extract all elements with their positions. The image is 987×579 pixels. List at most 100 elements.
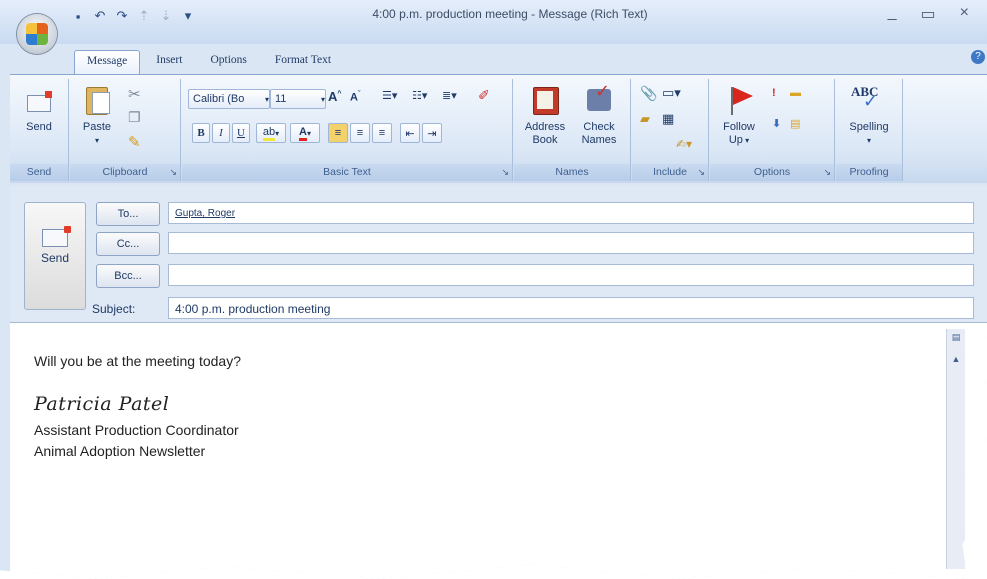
group-label-send: Send (10, 164, 68, 181)
group-include: 📎 ▭▾ ▰ ▦ ✍▾ Include ↘ (632, 79, 709, 181)
align-center-icon[interactable]: ≡ (350, 123, 370, 143)
follow-up-button[interactable]: Follow Up ▾ (716, 85, 762, 147)
quick-access-toolbar: ▪ ↶ ↷ ⇡ ⇣ ▾ (70, 8, 196, 24)
paste-icon (83, 85, 111, 115)
maximize-button[interactable]: ▭ (921, 4, 936, 24)
grow-font-icon[interactable]: A^ (328, 89, 341, 104)
group-options: Follow Up ▾ ! ▬ ⬇ ▤ Options ↘ (710, 79, 835, 181)
copy-icon[interactable]: ❐ (128, 109, 141, 126)
ribbon: Send Send Paste ▾ ✂ ❐ ✎ Clipboard ↘ Calib… (10, 74, 987, 183)
group-label-proofing: Proofing (836, 164, 902, 181)
bcc-field[interactable] (168, 264, 974, 286)
format-painter-icon[interactable]: ✎ (128, 133, 141, 151)
italic-button[interactable]: I (212, 123, 230, 143)
up-icon[interactable]: ⇡ (136, 8, 152, 24)
save-icon[interactable]: ▪ (70, 8, 86, 24)
message-header: Send To... Cc... Bcc... Gupta, Roger Sub… (10, 186, 987, 321)
align-right-icon[interactable]: ≡ (372, 123, 392, 143)
message-body[interactable]: Will you be at the meeting today? Patric… (10, 322, 987, 579)
basic-text-launcher-icon[interactable]: ↘ (501, 167, 509, 178)
group-basic-text: Calibri (Bo ▾ 11 ▾ A^ Aˇ ☰▾ ☷▾ ≣▾ ✐ B I U … (182, 79, 513, 181)
group-label-names: Names (514, 164, 630, 181)
vertical-scrollbar[interactable]: ▤ ▲ (946, 329, 965, 569)
group-names: Address Book ✓ Check Names Names (514, 79, 631, 181)
signature-icon[interactable]: ✍▾ (676, 137, 692, 151)
highlight-button[interactable]: ab ▾ (256, 123, 286, 143)
address-book-icon (531, 85, 559, 115)
shrink-font-icon[interactable]: Aˇ (350, 91, 360, 104)
tab-options[interactable]: Options (198, 50, 258, 74)
follow-up-flag-icon (725, 85, 753, 115)
check-names-icon: ✓ (585, 82, 613, 115)
font-name-select[interactable]: Calibri (Bo ▾ (188, 89, 270, 109)
permission-icon[interactable]: ▬ (790, 87, 801, 99)
group-clipboard: Paste ▾ ✂ ❐ ✎ Clipboard ↘ (70, 79, 181, 181)
check-names-button[interactable]: ✓ Check Names (574, 82, 624, 147)
scroll-up-icon[interactable]: ▲ (948, 351, 964, 367)
close-button[interactable]: × (960, 4, 969, 24)
subject-label: Subject: (92, 302, 136, 316)
dropdown-icon[interactable]: ▾ (180, 8, 196, 24)
options-launcher-icon[interactable]: ↘ (823, 167, 831, 178)
undo-icon[interactable]: ↶ (92, 8, 108, 24)
multilevel-list-icon[interactable]: ≣▾ (442, 89, 457, 102)
tab-insert[interactable]: Insert (144, 50, 194, 74)
align-left-icon[interactable]: ≡ (328, 123, 348, 143)
to-button[interactable]: To... (96, 202, 160, 226)
redo-icon[interactable]: ↷ (114, 8, 130, 24)
address-book-button[interactable]: Address Book (520, 85, 570, 147)
increase-indent-icon[interactable]: ⇥ (422, 123, 442, 143)
window-controls: _ ▭ × (888, 4, 969, 24)
cc-field[interactable] (168, 232, 974, 254)
message-text: Will you be at the meeting today? (34, 353, 242, 369)
font-size-select[interactable]: 11 ▾ (270, 89, 326, 109)
send-envelope-icon (25, 85, 53, 115)
group-label-options: Options (710, 164, 834, 181)
high-importance-icon[interactable]: ! (772, 87, 776, 99)
clear-formatting-icon[interactable]: ✐ (478, 87, 490, 104)
office-logo-icon (26, 23, 48, 45)
business-card-icon[interactable]: ▰ (640, 111, 650, 127)
window-title: 4:00 p.m. production meeting - Message (… (372, 7, 648, 21)
cut-icon[interactable]: ✂ (128, 85, 141, 103)
attach-item-icon[interactable]: ▭▾ (662, 85, 681, 101)
minimize-button[interactable]: _ (888, 4, 897, 24)
ribbon-send-button[interactable]: Send (20, 85, 58, 134)
subject-field[interactable]: 4:00 p.m. production meeting (168, 297, 974, 319)
bold-button[interactable]: B (192, 123, 210, 143)
bcc-button[interactable]: Bcc... (96, 264, 160, 288)
include-launcher-icon[interactable]: ↘ (697, 167, 705, 178)
spelling-abc-icon: ABC ✓ (851, 84, 879, 111)
paste-button[interactable]: Paste ▾ (78, 85, 116, 147)
tab-format-text[interactable]: Format Text (263, 50, 343, 74)
ribbon-tabs: Message Insert Options Format Text (74, 50, 343, 74)
message-window: ▪ ↶ ↷ ⇡ ⇣ ▾ 4:00 p.m. production meeting… (0, 0, 987, 579)
attach-file-icon[interactable]: 📎 (640, 85, 657, 102)
cc-button[interactable]: Cc... (96, 232, 160, 256)
font-color-button[interactable]: A ▾ (290, 123, 320, 143)
tab-message[interactable]: Message (74, 50, 141, 74)
send-envelope-icon (42, 226, 71, 247)
signature-organization: Animal Adoption Newsletter (34, 443, 206, 459)
bullets-icon[interactable]: ☰▾ (382, 89, 397, 102)
calendar-icon[interactable]: ▦ (662, 111, 674, 127)
signature-name: Patricia Patel (34, 393, 170, 415)
spelling-button[interactable]: ABC ✓ Spelling ▾ (844, 85, 894, 147)
to-field[interactable]: Gupta, Roger (168, 202, 974, 224)
numbering-icon[interactable]: ☷▾ (412, 89, 427, 102)
down-icon[interactable]: ⇣ (158, 8, 174, 24)
group-send: Send Send (10, 79, 69, 181)
signature-title: Assistant Production Coordinator (34, 422, 239, 438)
group-label-basic-text: Basic Text (182, 164, 512, 181)
title-bar: ▪ ↶ ↷ ⇡ ⇣ ▾ 4:00 p.m. production meeting… (0, 0, 987, 44)
group-label-clipboard: Clipboard (70, 164, 180, 181)
send-button[interactable]: Send (24, 202, 86, 310)
low-importance-icon[interactable]: ⬇ (772, 117, 781, 130)
clipboard-launcher-icon[interactable]: ↘ (169, 167, 177, 178)
underline-button[interactable]: U (232, 123, 250, 143)
office-button[interactable] (17, 14, 57, 54)
decrease-indent-icon[interactable]: ⇤ (400, 123, 420, 143)
help-icon[interactable]: ? (971, 50, 985, 64)
voting-icon[interactable]: ▤ (790, 117, 800, 130)
ruler-toggle-icon[interactable]: ▤ (948, 329, 964, 345)
